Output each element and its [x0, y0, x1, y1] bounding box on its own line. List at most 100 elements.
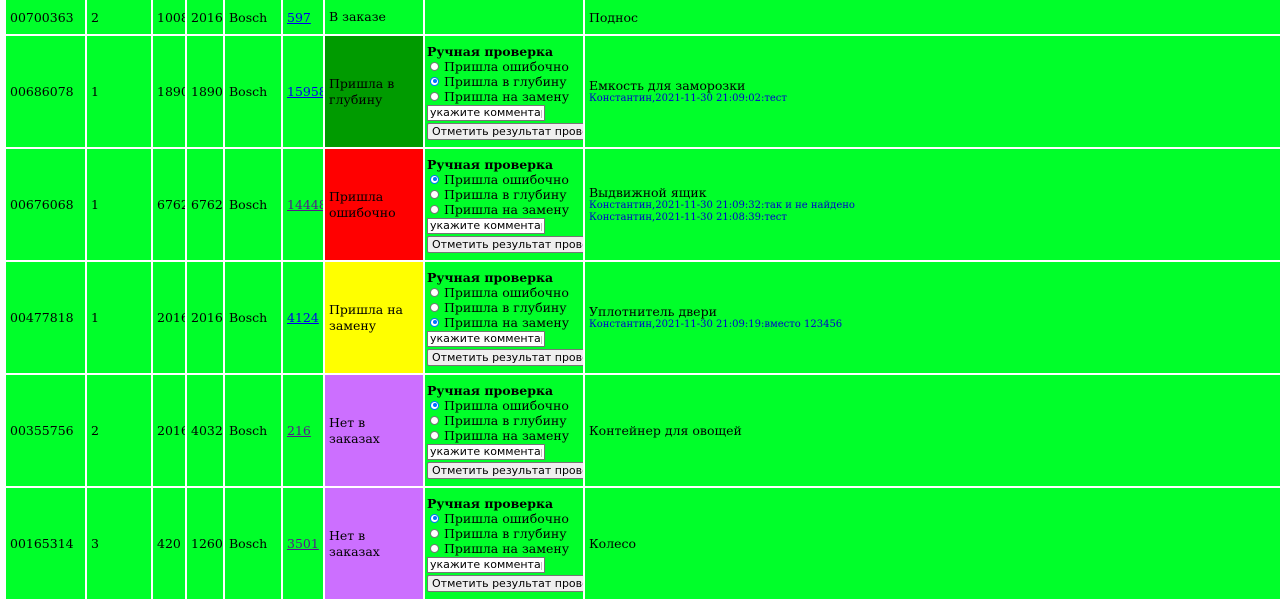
status-cell: Нет в заказах	[325, 375, 423, 486]
order-link[interactable]: 14448	[287, 197, 323, 212]
code-cell: 00355756	[6, 375, 85, 486]
submit-check-button[interactable]: Отметить результат проверки	[427, 235, 583, 253]
comment-input[interactable]	[427, 443, 545, 460]
radio-option-replace[interactable]: Пришла на замену	[427, 89, 579, 104]
name-cell: Емкость для заморозки Константин,2021-11…	[585, 36, 1280, 147]
comment-input[interactable]	[427, 217, 545, 234]
price-cell: 6762	[153, 149, 185, 260]
radio-button[interactable]	[430, 302, 439, 312]
price-cell: 1890	[153, 36, 185, 147]
radio-label: Пришла ошибочно	[444, 510, 569, 526]
check-cell: Ручная проверка Пришла ошибочно Пришла в…	[425, 36, 583, 147]
submit-check-button[interactable]: Отметить результат проверки	[427, 461, 583, 479]
radio-label: Пришла на замену	[444, 314, 570, 330]
check-title: Ручная проверка	[427, 43, 554, 59]
status-cell: Нет в заказах	[325, 488, 423, 599]
check-cell-empty	[425, 0, 583, 34]
check-title: Ручная проверка	[427, 269, 554, 285]
status-cell: Пришла на замену	[325, 262, 423, 373]
radio-option-deep[interactable]: Пришла в глубину	[427, 187, 579, 202]
radio-button[interactable]	[430, 430, 439, 440]
sum-cell: 2016	[187, 262, 223, 373]
radio-button[interactable]	[430, 189, 439, 199]
radio-button[interactable]	[430, 61, 439, 71]
item-name: Уплотнитель двери	[589, 304, 717, 319]
item-name: Контейнер для овощей	[589, 423, 742, 438]
radio-option-deep[interactable]: Пришла в глубину	[427, 74, 579, 89]
comment-input[interactable]	[427, 104, 545, 121]
radio-button[interactable]	[430, 91, 439, 101]
item-name: Выдвижной ящик	[589, 185, 707, 200]
sum-cell: 1260	[187, 488, 223, 599]
brand-cell: Bosch	[225, 149, 281, 260]
sum-cell: 4032	[187, 375, 223, 486]
radio-label: Пришла ошибочно	[444, 58, 569, 74]
order-cell: 597	[283, 0, 323, 34]
order-link[interactable]: 597	[287, 10, 311, 25]
qty-cell: 3	[87, 488, 151, 599]
order-cell: 14448	[283, 149, 323, 260]
radio-label: Пришла в глубину	[444, 299, 567, 315]
price-cell: 2016	[153, 262, 185, 373]
radio-button-selected[interactable]	[430, 174, 439, 184]
radio-option-replace[interactable]: Пришла на замену	[427, 202, 579, 217]
submit-check-button[interactable]: Отметить результат проверки	[427, 122, 583, 140]
order-cell: 216	[283, 375, 323, 486]
name-cell: Контейнер для овощей	[585, 375, 1280, 486]
radio-button-selected[interactable]	[430, 317, 439, 327]
order-cell: 3501	[283, 488, 323, 599]
comment-input[interactable]	[427, 330, 545, 347]
comment-input[interactable]	[427, 556, 545, 573]
comment-entry: Константин,2021-11-30 21:09:19:вместо 12…	[589, 319, 843, 330]
code-cell: 00165314	[6, 488, 85, 599]
order-link[interactable]: 216	[287, 423, 311, 438]
radio-option-replace[interactable]: Пришла на замену	[427, 541, 579, 556]
submit-check-button[interactable]: Отметить результат проверки	[427, 348, 583, 366]
radio-option-wrong[interactable]: Пришла ошибочно	[427, 172, 579, 187]
check-title: Ручная проверка	[427, 495, 554, 511]
radio-option-deep[interactable]: Пришла в глубину	[427, 413, 579, 428]
code-cell: 00700363	[6, 0, 85, 34]
radio-button-selected[interactable]	[430, 513, 439, 523]
item-name: Колесо	[589, 536, 637, 551]
radio-option-wrong[interactable]: Пришла ошибочно	[427, 398, 579, 413]
radio-label: Пришла на замену	[444, 427, 570, 443]
table-row: 00676068 1 6762 6762 Bosch 14448 Пришла …	[6, 149, 1280, 260]
radio-option-replace[interactable]: Пришла на замену	[427, 315, 579, 330]
radio-button[interactable]	[430, 415, 439, 425]
order-cell: 4124	[283, 262, 323, 373]
radio-button[interactable]	[430, 204, 439, 214]
comment-entry: Константин,2021-11-30 21:08:39:тест	[589, 212, 787, 223]
qty-cell: 1	[87, 149, 151, 260]
price-cell: 420	[153, 488, 185, 599]
radio-button-selected[interactable]	[430, 400, 439, 410]
price-cell: 2016	[153, 375, 185, 486]
radio-option-wrong[interactable]: Пришла ошибочно	[427, 59, 579, 74]
radio-option-deep[interactable]: Пришла в глубину	[427, 526, 579, 541]
order-link[interactable]: 3501	[287, 536, 319, 551]
orders-table-body: 00700363 2 1008 2016 Bosch 597 В заказе …	[6, 0, 1280, 599]
radio-label: Пришла в глубину	[444, 186, 567, 202]
radio-button[interactable]	[430, 543, 439, 553]
radio-label: Пришла ошибочно	[444, 397, 569, 413]
submit-check-button[interactable]: Отметить результат проверки	[427, 574, 583, 592]
check-cell: Ручная проверка Пришла ошибочно Пришла в…	[425, 375, 583, 486]
order-link[interactable]: 4124	[287, 310, 319, 325]
order-link[interactable]: 15958	[287, 84, 323, 99]
qty-cell: 2	[87, 0, 151, 34]
code-cell: 00686078	[6, 36, 85, 147]
status-cell: Пришла ошибочно	[325, 149, 423, 260]
radio-button[interactable]	[430, 528, 439, 538]
name-cell: Поднос	[585, 0, 1280, 34]
table-row: 00165314 3 420 1260 Bosch 3501 Нет в зак…	[6, 488, 1280, 599]
radio-label: Пришла в глубину	[444, 525, 567, 541]
radio-option-replace[interactable]: Пришла на замену	[427, 428, 579, 443]
radio-option-deep[interactable]: Пришла в глубину	[427, 300, 579, 315]
radio-button[interactable]	[430, 287, 439, 297]
radio-button-selected[interactable]	[430, 76, 439, 86]
sum-cell: 6762	[187, 149, 223, 260]
name-cell: Колесо	[585, 488, 1280, 599]
radio-option-wrong[interactable]: Пришла ошибочно	[427, 511, 579, 526]
brand-cell: Bosch	[225, 262, 281, 373]
radio-option-wrong[interactable]: Пришла ошибочно	[427, 285, 579, 300]
